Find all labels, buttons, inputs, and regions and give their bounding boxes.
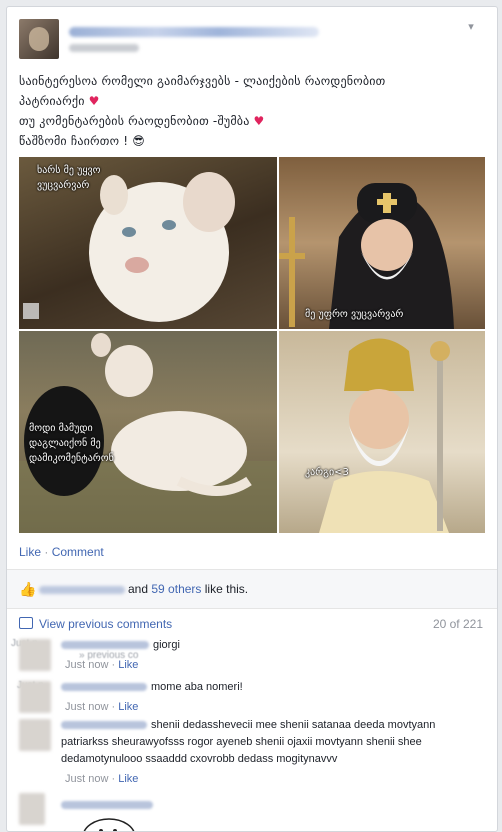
post-text-line-4: წაშზომი ჩაირთო ! 😎 (19, 134, 145, 148)
comment-item: Just n mome aba nomeri! Just now · Like (17, 677, 485, 717)
post-text-line-2: პატრიარქი (19, 94, 85, 108)
news-feed-post: ▾ საინტერესოა რომელი გაიმარჯვებს - ლაიქე… (6, 6, 498, 832)
separator-dot: · (44, 545, 49, 559)
commenter-name-blurred[interactable] (61, 683, 147, 692)
photo-patriarch-1[interactable]: მე უფრო ვუცვარვარ (279, 157, 485, 329)
separator-dot: · (111, 773, 116, 785)
caption-bottom-left: მოდი მამუდი დაგლაიქონ მე დამიკომენტარონ (29, 423, 114, 464)
comment-text: giorgi (153, 639, 180, 651)
comment-item (19, 791, 485, 831)
patriarch-mitre-illustration (319, 338, 450, 533)
commenter-avatar[interactable] (19, 681, 51, 713)
author-avatar[interactable] (19, 19, 59, 59)
heart-icon: ♥ (88, 94, 100, 108)
view-previous-comments[interactable]: View previous comments (19, 617, 172, 631)
comment-time[interactable]: Just now (65, 701, 108, 713)
post-timestamp-blurred[interactable] (69, 44, 139, 52)
commenter-avatar[interactable] (19, 719, 51, 751)
post-header: ▾ (19, 19, 479, 59)
comment-item: Just n » previous co giorgi Just now · L… (11, 635, 485, 675)
comment-bubble-icon (19, 617, 33, 629)
commenter-name-blurred[interactable] (61, 641, 149, 650)
comment-like-link[interactable]: Like (118, 701, 138, 713)
chevron-down-icon[interactable]: ▾ (463, 19, 479, 35)
comment-count: 20 of 221 (432, 617, 483, 631)
thumbs-up-icon: 👍 (19, 581, 37, 597)
comment-time[interactable]: Just now (65, 773, 108, 785)
likes-suffix: like this. (204, 582, 249, 596)
photo-white-lion-cub[interactable]: ხარს მე უყვო ვუცვარვარ (19, 157, 277, 329)
comment-time[interactable]: Just now (65, 659, 108, 671)
caption-top-left: ხარს მე უყვო ვუცვარვარ (37, 165, 101, 191)
separator-dot: · (111, 701, 116, 713)
comment-text: mome aba nomeri! (151, 681, 243, 693)
commenter-avatar[interactable] (19, 639, 51, 671)
photo-patriarch-2[interactable]: კარგი<3 (279, 331, 485, 533)
post-actions: Like · Comment (19, 545, 104, 559)
photo-white-lion-lying[interactable]: მოდი მამუდი დაგლაიქონ მე დამიკომენტარონ (19, 331, 277, 533)
caption-top-right: მე უფრო ვუცვარვარ (305, 309, 404, 320)
comment-like-link[interactable]: Like (118, 773, 138, 785)
caption-bottom-right: კარგი<3 (305, 467, 349, 478)
post-text-line-1: საინტერესოა რომელი გაიმარჯვებს - ლაიქები… (19, 74, 386, 88)
author-name-blurred[interactable] (69, 27, 319, 37)
sticker-icon (83, 818, 135, 831)
separator-dot: · (111, 659, 116, 671)
like-link[interactable]: Like (19, 545, 41, 559)
commenter-name-blurred[interactable] (61, 721, 147, 730)
comment-link[interactable]: Comment (52, 545, 104, 559)
post-text: საინტერესოა რომელი გაიმარჯვებს - ლაიქები… (19, 71, 485, 151)
commenter-avatar[interactable] (19, 793, 45, 825)
comment-like-link[interactable]: Like (118, 659, 138, 671)
post-text-line-3: თუ კომენტარების რაოდენობით -შუმბა (19, 114, 250, 128)
patriarch-illustration (279, 157, 485, 329)
view-previous-label[interactable]: View previous comments (39, 617, 172, 631)
liker-name-blurred[interactable] (39, 586, 125, 594)
commenter-name-blurred[interactable] (61, 801, 153, 810)
likes-and: and (128, 582, 149, 596)
heart-icon: ♥ (253, 114, 265, 128)
likes-summary: 👍 and 59 others like this. (7, 569, 497, 609)
photo-collage[interactable]: ხარს მე უყვო ვუცვარვარ მე უფრო ვუცვარვარ (19, 157, 485, 533)
likes-others-link[interactable]: 59 others (151, 582, 201, 596)
comment-item: shenii dedasshevecii mee shenii satanaa … (19, 717, 485, 787)
